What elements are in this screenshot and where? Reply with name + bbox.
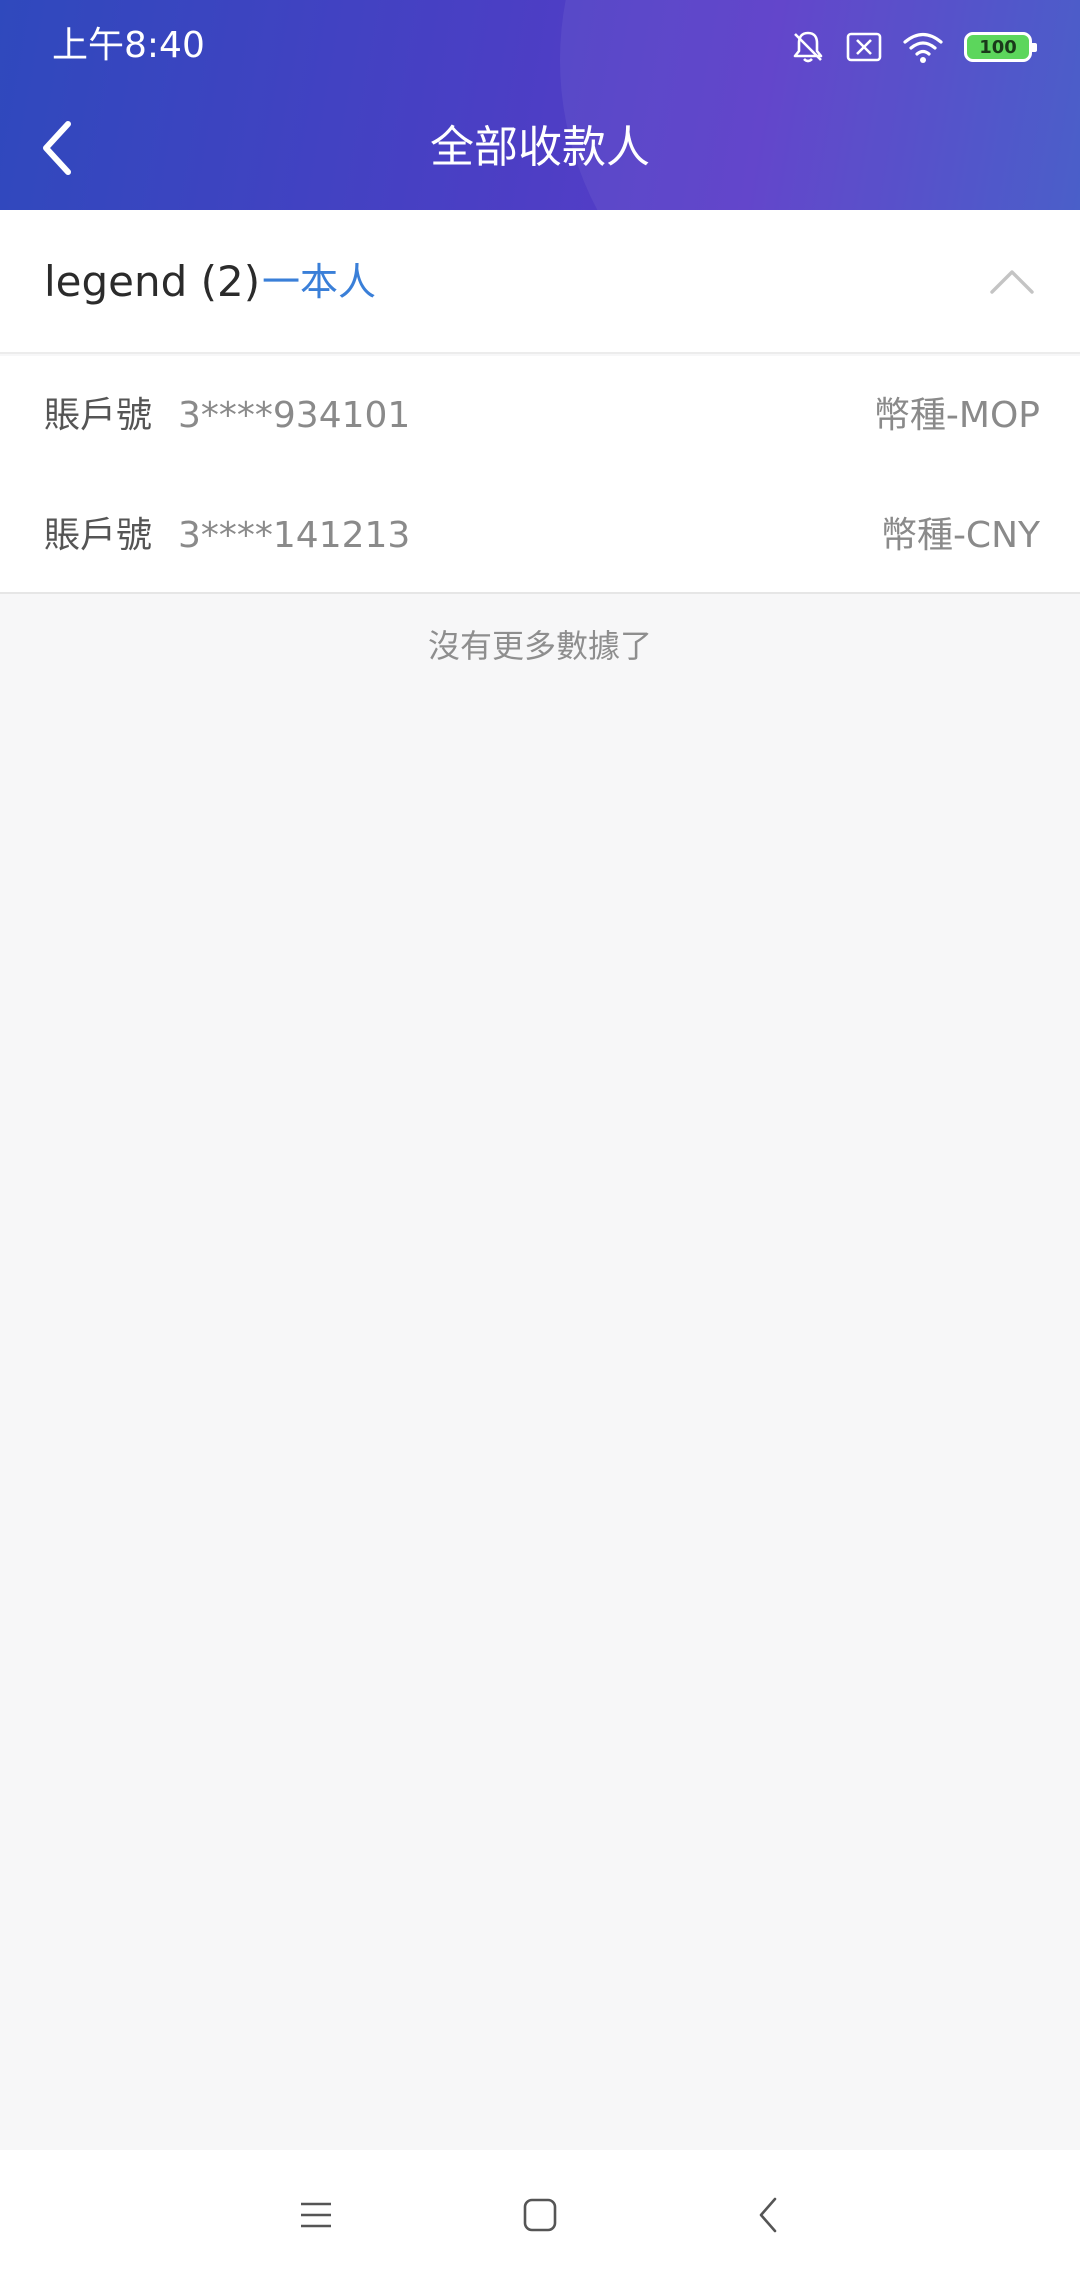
home-icon <box>523 2198 557 2232</box>
collapse-toggle[interactable] <box>980 254 1044 310</box>
account-label: 賬戶號 <box>44 515 153 556</box>
sim-disabled-icon <box>846 31 882 63</box>
account-label: 賬戶號 <box>44 395 153 436</box>
account-list: 賬戶號 3****934101 幣種-MOP 賬戶號 3****141213 幣… <box>0 356 1080 594</box>
nav-bar: 全部收款人 <box>0 100 1080 196</box>
account-row[interactable]: 賬戶號 3****934101 幣種-MOP <box>0 356 1080 476</box>
status-icons: 100 <box>790 24 1037 70</box>
back-icon <box>759 2197 777 2233</box>
account-currency: 幣種-CNY <box>880 515 1040 556</box>
system-navigation-bar <box>0 2150 1080 2280</box>
menu-icon <box>301 2202 331 2228</box>
payee-group-name: legend (2) <box>44 257 261 306</box>
home-button[interactable] <box>508 2185 572 2245</box>
menu-button[interactable] <box>284 2185 348 2245</box>
account-number: 3****141213 <box>178 515 411 556</box>
system-back-button[interactable] <box>736 2185 800 2245</box>
payee-group-tag: 一本人 <box>262 260 377 304</box>
status-time: 上午8:40 <box>52 25 205 66</box>
notifications-off-icon <box>790 29 826 65</box>
chevron-up-icon <box>990 270 1034 294</box>
app-header: 上午8:40 100 全部收款人 <box>0 0 1080 210</box>
account-currency: 幣種-MOP <box>873 395 1040 436</box>
battery-icon: 100 <box>964 32 1037 62</box>
payee-group-header[interactable]: legend (2) 一本人 <box>0 210 1080 354</box>
no-more-data-text: 沒有更多數據了 <box>427 627 652 665</box>
page-title: 全部收款人 <box>430 122 650 173</box>
account-row[interactable]: 賬戶號 3****141213 幣種-CNY <box>0 476 1080 596</box>
status-bar: 上午8:40 100 <box>0 0 1080 92</box>
account-number: 3****934101 <box>178 395 411 436</box>
wifi-icon <box>902 30 944 64</box>
